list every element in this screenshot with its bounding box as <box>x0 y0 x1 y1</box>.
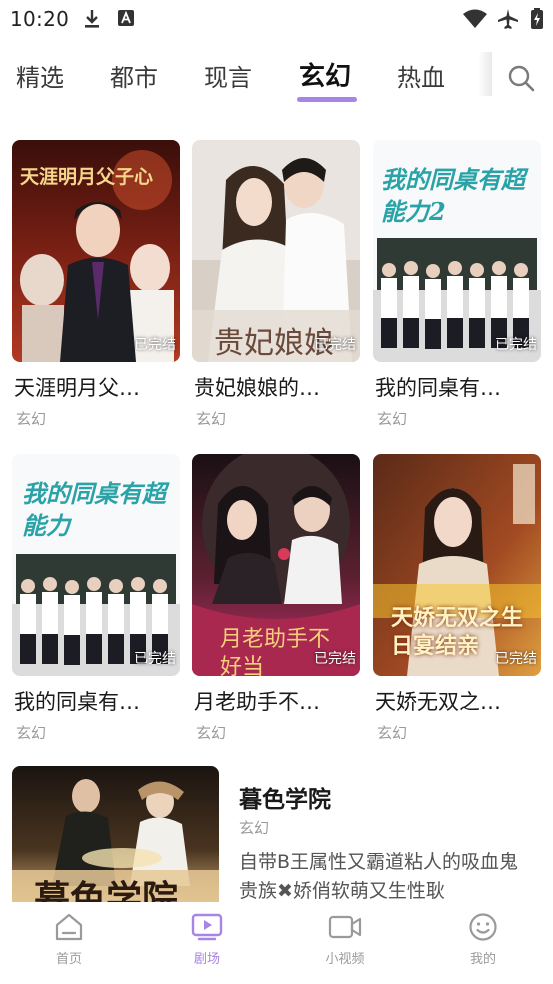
completed-badge: 已完结 <box>495 337 537 353</box>
translate-a-icon <box>117 8 135 32</box>
drama-poster[interactable]: 天涯明月父子心 已完结 <box>12 140 180 362</box>
card-genre: 玄幻 <box>16 724 47 742</box>
featured-drama[interactable]: 暮色学院 暮色学院 玄幻 自带B王属性又霸道粘人的吸血鬼贵族✖娇俏软萌又生性耿 <box>12 766 542 906</box>
drama-poster[interactable]: 天娇无双之生日宴结亲 已完结 <box>373 454 541 676</box>
drama-poster[interactable]: 月老助手不好当 已完结 <box>192 454 360 676</box>
nav-home-label: 首页 <box>55 952 82 967</box>
featured-drama-genre: 玄幻 <box>239 819 270 837</box>
featured-drama-description: 自带B王属性又霸道粘人的吸血鬼贵族✖娇俏软萌又生性耿 <box>239 851 519 902</box>
nav-short-video[interactable]: 小视频 <box>305 912 385 967</box>
status-time: 10:20 <box>10 7 70 31</box>
card-title: 我的同桌有… <box>375 376 501 400</box>
smiley-profile-icon <box>469 913 497 941</box>
poster-title-art: 暮色学院 <box>34 878 179 906</box>
nav-theater-label: 剧场 <box>193 952 220 967</box>
featured-drama-title: 暮色学院 <box>239 787 331 813</box>
card-genre: 玄幻 <box>377 410 408 428</box>
completed-badge: 已完结 <box>495 651 537 667</box>
nav-profile-label: 我的 <box>469 952 496 967</box>
card-genre: 玄幻 <box>16 410 47 428</box>
poster-title-art: 我的同桌有超能力 <box>22 479 166 540</box>
featured-drama-poster[interactable]: 暮色学院 <box>12 766 219 906</box>
theater-play-icon <box>191 913 223 941</box>
nav-home[interactable]: 首页 <box>29 912 109 967</box>
drama-poster[interactable]: 贵妃娘娘 已完结 <box>192 140 360 362</box>
card-title: 贵妃娘娘的… <box>194 376 320 400</box>
card-genre: 玄幻 <box>377 724 408 742</box>
nav-profile[interactable]: 我的 <box>443 912 523 967</box>
search-icon <box>508 65 535 92</box>
card-title: 天涯明月父… <box>14 376 140 400</box>
drama-poster[interactable]: 我的同桌有超能力2 已完结 <box>373 140 541 362</box>
card-title: 月老助手不… <box>194 690 320 714</box>
tab-rexue[interactable]: 热血 <box>397 58 445 93</box>
drama-poster[interactable]: 我的同桌有超能力 已完结 <box>12 454 180 676</box>
completed-badge: 已完结 <box>134 651 176 667</box>
active-tab-indicator <box>297 97 357 102</box>
tab-xianyan[interactable]: 现言 <box>204 58 252 93</box>
completed-badge: 已完结 <box>314 651 356 667</box>
poster-title-art: 天涯明月父子心 <box>20 166 154 188</box>
battery-charging-icon <box>530 8 544 34</box>
bottom-navigation: 首页 剧场 小视频 我的 <box>0 902 553 984</box>
card-title: 天娇无双之… <box>375 690 501 714</box>
search-button[interactable] <box>505 62 537 94</box>
completed-badge: 已完结 <box>314 337 356 353</box>
download-icon <box>82 8 102 34</box>
status-bar: 10:20 <box>0 0 553 38</box>
tabs-scroll-fade <box>478 52 492 96</box>
completed-badge: 已完结 <box>134 337 176 353</box>
card-title: 我的同桌有… <box>14 690 140 714</box>
nav-short-video-label: 小视频 <box>325 952 365 967</box>
video-camera-icon <box>328 915 362 939</box>
card-genre: 玄幻 <box>196 410 227 428</box>
home-icon <box>55 913 83 941</box>
tab-dushi[interactable]: 都市 <box>110 58 158 93</box>
category-tabs: 精选 都市 现言 玄幻 热血 <box>0 52 553 102</box>
tab-xuanhuan[interactable]: 玄幻 <box>299 56 351 93</box>
card-genre: 玄幻 <box>196 724 227 742</box>
wifi-icon <box>462 8 488 34</box>
nav-theater[interactable]: 剧场 <box>167 912 247 967</box>
tab-jingxuan[interactable]: 精选 <box>16 58 64 93</box>
airplane-mode-icon <box>496 8 520 34</box>
poster-title-art: 我的同桌有超能力2 <box>381 165 525 226</box>
